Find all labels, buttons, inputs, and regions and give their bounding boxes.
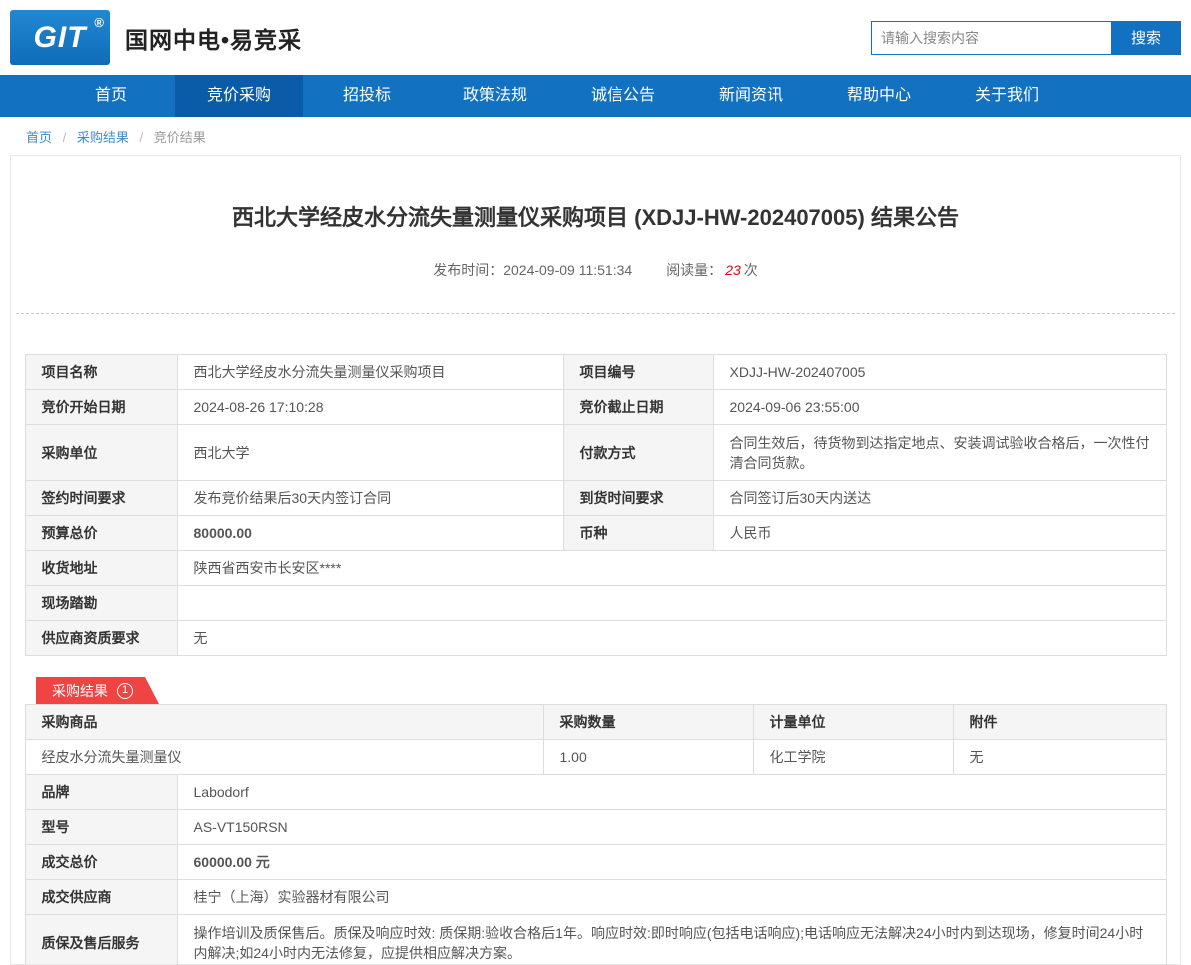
info-value: XDJJ-HW-202407005 [713,355,1166,390]
nav-item-help-center[interactable]: 帮助中心 [815,75,943,117]
deal-total-price: 60000.00 元 [177,845,1166,880]
article-meta: 发布时间：2024-09-09 11:51:34 阅读量：23次 [11,260,1180,280]
table-row: 质保及售后服务 操作培训及质保售后。质保及响应时效: 质保期:验收合格后1年。响… [25,915,1166,965]
logo-text: GIT [34,21,87,55]
breadcrumb: 首页 / 采购结果 / 竞价结果 [0,117,1191,155]
breadcrumb-home[interactable]: 首页 [26,130,52,145]
info-label: 现场踏勘 [25,586,177,621]
breadcrumb-separator: / [140,130,144,145]
info-label: 采购单位 [25,425,177,481]
nav-item-news[interactable]: 新闻资讯 [687,75,815,117]
content-card: 西北大学经皮水分流失量测量仪采购项目 (XDJJ-HW-202407005) 结… [10,155,1181,965]
info-label: 供应商资质要求 [25,621,177,656]
nav-item-about-us[interactable]: 关于我们 [943,75,1071,117]
table-row: 供应商资质要求 无 [25,621,1166,656]
product-unit: 化工学院 [753,740,953,775]
column-header: 采购商品 [25,705,543,740]
info-label: 币种 [563,516,713,551]
dashed-divider [16,313,1175,314]
result-count-badge: 1 [117,683,133,699]
info-label: 成交总价 [25,845,177,880]
info-label: 项目编号 [563,355,713,390]
main-nav: 首页 竞价采购 招投标 政策法规 诚信公告 新闻资讯 帮助中心 关于我们 [0,75,1191,117]
result-section-header: 采购结果 1 [36,677,1180,704]
info-label: 到货时间要求 [563,481,713,516]
info-value: 西北大学 [177,425,563,481]
product-quantity: 1.00 [543,740,753,775]
info-label: 预算总价 [25,516,177,551]
search-bar: 搜索 [871,21,1181,55]
table-row: 成交总价 60000.00 元 [25,845,1166,880]
model-value: AS-VT150RSN [177,810,1166,845]
info-value: 陕西省西安市长安区**** [177,551,1166,586]
table-row: 现场踏勘 [25,586,1166,621]
table-header-row: 采购商品 采购数量 计量单位 附件 [25,705,1166,740]
info-value: 合同生效后，待货物到达指定地点、安装调试验收合格后，一次性付清合同货款。 [713,425,1166,481]
info-label: 质保及售后服务 [25,915,177,965]
table-row: 预算总价 80000.00 币种 人民币 [25,516,1166,551]
nav-item-integrity-notice[interactable]: 诚信公告 [559,75,687,117]
product-name: 经皮水分流失量测量仪 [25,740,543,775]
table-row: 品牌 Labodorf [25,775,1166,810]
product-attachment: 无 [953,740,1166,775]
views-unit: 次 [744,262,758,278]
table-row: 经皮水分流失量测量仪 1.00 化工学院 无 [25,740,1166,775]
publish-time-label: 发布时间： [433,262,503,278]
publish-time-value: 2024-09-09 11:51:34 [503,262,632,278]
table-row: 项目名称 西北大学经皮水分流失量测量仪采购项目 项目编号 XDJJ-HW-202… [25,355,1166,390]
table-row: 收货地址 陕西省西安市长安区**** [25,551,1166,586]
warranty-value: 操作培训及质保售后。质保及响应时效: 质保期:验收合格后1年。响应时效:即时响应… [177,915,1166,965]
project-info-table: 项目名称 西北大学经皮水分流失量测量仪采购项目 项目编号 XDJJ-HW-202… [25,354,1167,656]
info-value: 人民币 [713,516,1166,551]
breadcrumb-bidding-results: 竞价结果 [154,130,206,145]
nav-item-home[interactable]: 首页 [47,75,175,117]
result-ribbon-label: 采购结果 [52,681,108,701]
table-row: 竞价开始日期 2024-08-26 17:10:28 竞价截止日期 2024-0… [25,390,1166,425]
column-header: 采购数量 [543,705,753,740]
table-row: 型号 AS-VT150RSN [25,810,1166,845]
nav-item-policies[interactable]: 政策法规 [431,75,559,117]
site-title: 国网中电•易竞采 [125,21,302,55]
info-label: 品牌 [25,775,177,810]
top-header: GIT ® 国网中电•易竞采 搜索 [0,0,1191,75]
info-value: 发布竞价结果后30天内签订合同 [177,481,563,516]
info-value: 西北大学经皮水分流失量测量仪采购项目 [177,355,563,390]
info-label: 收货地址 [25,551,177,586]
info-value: 2024-09-06 23:55:00 [713,390,1166,425]
info-label: 项目名称 [25,355,177,390]
info-value: 合同签订后30天内送达 [713,481,1166,516]
table-row: 签约时间要求 发布竞价结果后30天内签订合同 到货时间要求 合同签订后30天内送… [25,481,1166,516]
info-value [177,586,1166,621]
deal-detail-table: 品牌 Labodorf 型号 AS-VT150RSN 成交总价 60000.00… [25,774,1167,965]
page-title: 西北大学经皮水分流失量测量仪采购项目 (XDJJ-HW-202407005) 结… [71,200,1120,232]
column-header: 附件 [953,705,1166,740]
views-label: 阅读量： [666,262,722,278]
info-label: 竞价截止日期 [563,390,713,425]
views-count: 23 [725,262,741,278]
supplier-value: 桂宁（上海）实验器材有限公司 [177,880,1166,915]
result-ribbon: 采购结果 1 [36,677,159,704]
brand-value: Labodorf [177,775,1166,810]
table-row: 采购单位 西北大学 付款方式 合同生效后，待货物到达指定地点、安装调试验收合格后… [25,425,1166,481]
info-value: 2024-08-26 17:10:28 [177,390,563,425]
search-input[interactable] [871,21,1111,55]
info-label: 型号 [25,810,177,845]
breadcrumb-purchase-results[interactable]: 采购结果 [77,130,129,145]
site-logo[interactable]: GIT ® [10,10,110,65]
info-label: 付款方式 [563,425,713,481]
breadcrumb-separator: / [63,130,67,145]
info-label: 竞价开始日期 [25,390,177,425]
product-table: 采购商品 采购数量 计量单位 附件 经皮水分流失量测量仪 1.00 化工学院 无 [25,704,1167,775]
nav-item-tenders[interactable]: 招投标 [303,75,431,117]
budget-total-value: 80000.00 [177,516,563,551]
info-label: 成交供应商 [25,880,177,915]
column-header: 计量单位 [753,705,953,740]
info-value: 无 [177,621,1166,656]
table-row: 成交供应商 桂宁（上海）实验器材有限公司 [25,880,1166,915]
registered-trademark-icon: ® [94,15,104,30]
info-label: 签约时间要求 [25,481,177,516]
nav-item-bidding-purchase[interactable]: 竞价采购 [175,75,303,117]
search-button[interactable]: 搜索 [1111,21,1181,55]
